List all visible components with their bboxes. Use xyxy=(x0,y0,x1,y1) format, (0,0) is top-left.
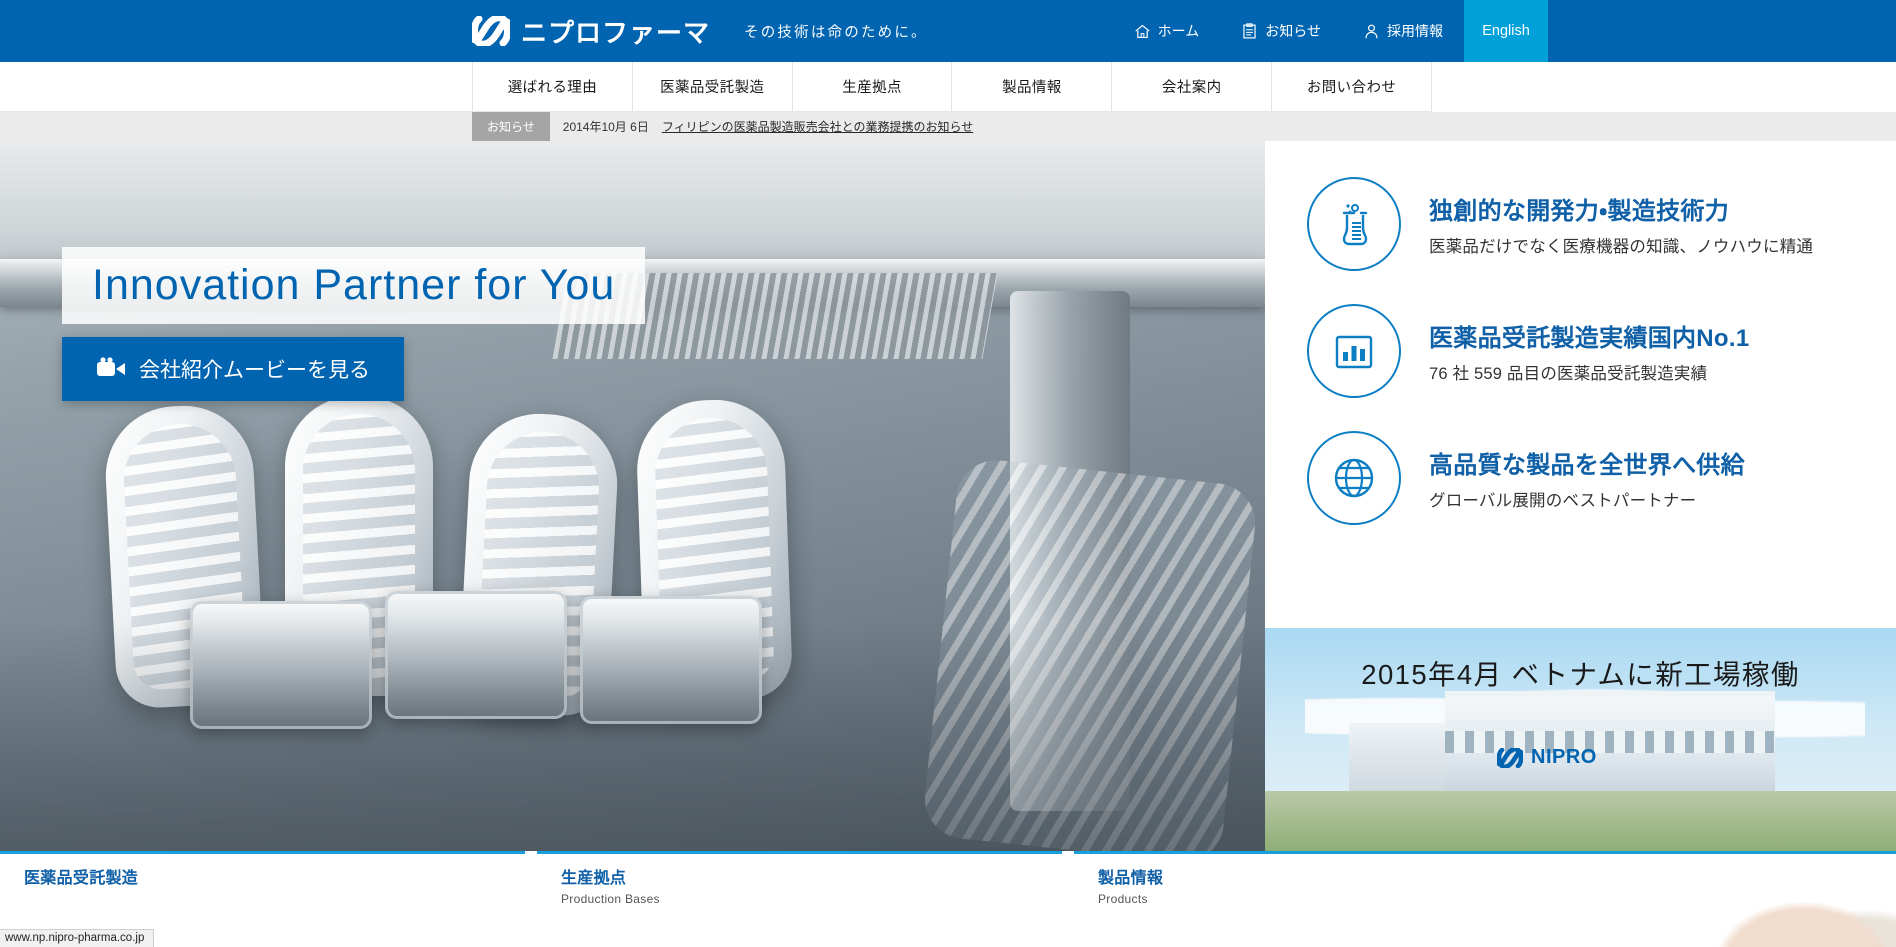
feature-item-cmo-no1[interactable]: 医薬品受託製造実績国内No.1 76 社 559 品目の医薬品受託製造実績 xyxy=(1307,304,1896,398)
feature-title: 高品質な製品を全世界へ供給 xyxy=(1429,452,1745,479)
nav-item-reasons[interactable]: 選ばれる理由 xyxy=(472,62,633,111)
feature-item-global-supply[interactable]: 高品質な製品を全世界へ供給 グローバル展開のベストパートナー xyxy=(1307,431,1896,525)
news-headline-link[interactable]: フィリピンの医薬品製造販売会社との業務提携のお知らせ xyxy=(662,112,973,141)
feature-desc: グローバル展開のベストパートナー xyxy=(1429,492,1697,510)
bottom-card-title: 医薬品受託製造 xyxy=(24,870,139,887)
site-header: ニプロファーマ その技術は命のために。 ホーム お知らせ 採用情報 Englis… xyxy=(0,0,1896,62)
promo-ground xyxy=(1265,791,1896,851)
tagline: その技術は命のために。 xyxy=(744,24,928,41)
hero-title: Innovation Partner for You xyxy=(62,247,646,324)
main-navigation: 選ばれる理由 医薬品受託製造 生産拠点 製品情報 会社案内 お問い合わせ xyxy=(472,62,1432,112)
hero-row: Innovation Partner for You 会社紹介ムービーを見る 独… xyxy=(0,141,1896,851)
header-link-home[interactable]: ホーム xyxy=(1113,0,1221,62)
nipro-infinity-logo-icon xyxy=(472,16,510,46)
card-gap xyxy=(1062,851,1074,947)
hero-banner: Innovation Partner for You 会社紹介ムービーを見る xyxy=(0,141,1265,851)
bottom-card-row: 医薬品受託製造 生産拠点 Production Bases 製品情報 Produ… xyxy=(0,851,1896,947)
bottom-card-title: 製品情報 xyxy=(1098,870,1164,887)
home-icon xyxy=(1134,24,1150,38)
brand-logo[interactable]: ニプロファーマ xyxy=(472,13,710,50)
promo-building-main xyxy=(1445,691,1775,803)
hero-sidebar: 独創的な開発力・製造技術力 医薬品だけでなく医療機器の知識、ノウハウに精通 医薬… xyxy=(1265,141,1896,851)
promo-banner-vietnam-plant[interactable]: 2015年4月 ベトナムに新工場稼働 NIPRO xyxy=(1265,628,1896,851)
browser-status-url: www.np.nipro-pharma.co.jp xyxy=(0,929,155,947)
header-link-recruit-label: 採用情報 xyxy=(1387,23,1443,39)
news-tag: お知らせ xyxy=(472,112,550,141)
bottom-card-bases[interactable]: 生産拠点 Production Bases xyxy=(537,851,1062,947)
beaker-icon xyxy=(1307,177,1401,271)
header-utility-nav: ホーム お知らせ 採用情報 English xyxy=(1113,0,1548,62)
company-movie-button[interactable]: 会社紹介ムービーを見る xyxy=(62,337,404,401)
video-camera-icon xyxy=(97,357,125,376)
news-date: 2014年10月 6日 xyxy=(562,120,649,134)
feature-title: 独創的な開発力・製造技術力 xyxy=(1429,198,1730,225)
logo-text: ニプロファーマ xyxy=(521,17,711,48)
header-link-home-label: ホーム xyxy=(1157,23,1200,39)
nav-left-filler xyxy=(0,62,472,112)
header-link-news[interactable]: お知らせ xyxy=(1220,0,1342,62)
bottom-card-title: 生産拠点 xyxy=(561,870,627,887)
company-movie-button-label: 会社紹介ムービーを見る xyxy=(139,359,370,382)
bottom-card-subtitle: Production Bases xyxy=(561,892,660,906)
feature-desc: 76 社 559 品目の医薬品受託製造実績 xyxy=(1429,365,1708,383)
feature-item-development[interactable]: 独創的な開発力・製造技術力 医薬品だけでなく医療機器の知識、ノウハウに精通 xyxy=(1307,177,1896,271)
bar-chart-icon xyxy=(1307,304,1401,398)
nipro-infinity-logo-icon xyxy=(1497,747,1523,768)
nav-item-contact[interactable]: お問い合わせ xyxy=(1272,62,1432,111)
language-switch-english[interactable]: English xyxy=(1464,0,1548,62)
feature-title: 医薬品受託製造実績国内No.1 xyxy=(1429,325,1750,352)
promo-logo-text: NIPRO xyxy=(1531,746,1597,768)
nav-item-bases[interactable]: 生産拠点 xyxy=(793,62,953,111)
globe-icon xyxy=(1307,431,1401,525)
feature-list: 独創的な開発力・製造技術力 医薬品だけでなく医療機器の知識、ノウハウに精通 医薬… xyxy=(1265,141,1896,628)
nav-item-products[interactable]: 製品情報 xyxy=(952,62,1113,111)
bottom-card-products[interactable]: 製品情報 Products xyxy=(1074,851,1896,947)
nav-item-company[interactable]: 会社案内 xyxy=(1112,62,1273,111)
promo-headline: 2015年4月 ベトナムに新工場稼働 xyxy=(1361,659,1800,690)
header-link-recruit[interactable]: 採用情報 xyxy=(1342,0,1464,62)
promo-nipro-logo: NIPRO xyxy=(1497,746,1597,769)
person-icon xyxy=(1365,24,1378,38)
bottom-card-subtitle: Products xyxy=(1098,892,1148,906)
header-link-news-label: お知らせ xyxy=(1265,23,1321,39)
hero-photo-vignette xyxy=(0,621,1265,851)
nav-item-cmo[interactable]: 医薬品受託製造 xyxy=(633,62,793,111)
card-gap xyxy=(525,851,537,947)
feature-desc: 医薬品だけでなく医療機器の知識、ノウハウに精通 xyxy=(1429,238,1814,256)
news-ticker: お知らせ 2014年10月 6日 フィリピンの医薬品製造販売会社との業務提携のお… xyxy=(0,112,1896,141)
clipboard-icon xyxy=(1243,22,1256,38)
